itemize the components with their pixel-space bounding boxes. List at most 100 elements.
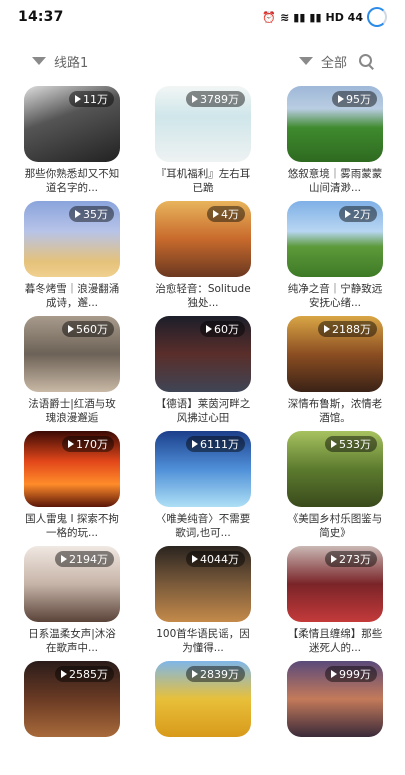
play-count-badge: 170万 bbox=[62, 436, 114, 452]
playlist-title: 深情布鲁斯，浓情老酒馆。 bbox=[287, 398, 383, 424]
play-icon bbox=[192, 95, 198, 103]
status-text: HD 44 bbox=[325, 10, 363, 24]
play-icon bbox=[192, 670, 198, 678]
playlist-cover-image[interactable]: 11万 bbox=[24, 86, 120, 162]
playlist-title bbox=[24, 742, 120, 770]
play-icon bbox=[331, 440, 337, 448]
playlist-cover-image[interactable]: 533万 bbox=[287, 431, 383, 507]
play-icon bbox=[345, 210, 351, 218]
play-count-badge: 4万 bbox=[207, 206, 245, 222]
play-icon bbox=[68, 325, 74, 333]
play-count-badge: 999万 bbox=[325, 666, 377, 682]
playlist-card[interactable]: 273万 【柔情且缠绵】那些迷死人的... bbox=[287, 546, 383, 660]
play-count-badge: 3789万 bbox=[186, 91, 245, 107]
playlist-cover-image[interactable]: 60万 bbox=[155, 316, 251, 392]
playlist-title: 【德语】莱茵河畔之风拂过心田 bbox=[155, 398, 251, 424]
playlist-cover-image[interactable]: 999万 bbox=[287, 661, 383, 737]
playlist-cover-image[interactable]: 2万 bbox=[287, 201, 383, 277]
playlist-card[interactable]: 4万治愈轻音：Solitude独处... bbox=[155, 201, 251, 315]
play-count-badge: 60万 bbox=[200, 321, 245, 337]
play-count: 2188万 bbox=[332, 323, 371, 336]
playlist-cover-image[interactable]: 560万 bbox=[24, 316, 120, 392]
play-count: 95万 bbox=[346, 93, 371, 106]
battery-icon bbox=[367, 7, 387, 27]
play-icon bbox=[206, 325, 212, 333]
status-icons: ⏰ ≋ ▮▮ ▮▮ HD 44 bbox=[262, 7, 387, 27]
signal-icon: ▮▮ bbox=[293, 10, 306, 24]
playlist-card[interactable]: 60万【德语】莱茵河畔之风拂过心田 bbox=[155, 316, 251, 430]
playlist-card[interactable]: 11万 那些你熟悉却又不知道名字的... bbox=[24, 86, 120, 200]
play-icon bbox=[75, 95, 81, 103]
playlist-title bbox=[155, 742, 251, 770]
line-filter[interactable]: 线路1 bbox=[32, 52, 88, 71]
playlist-cover-image[interactable]: 95万 bbox=[287, 86, 383, 162]
play-count: 11万 bbox=[83, 93, 108, 106]
play-count: 2585万 bbox=[69, 668, 108, 681]
playlist-title: 悠叙意境｜雾雨蒙蒙 山间清渺... bbox=[287, 168, 383, 194]
right-filter-group: 全部 bbox=[298, 52, 374, 71]
playlist-cover-image[interactable]: 2188万 bbox=[287, 316, 383, 392]
playlist-cover-image[interactable]: 4万 bbox=[155, 201, 251, 277]
playlist-card[interactable]: 2839万 bbox=[155, 661, 251, 775]
playlist-title: 纯净之音｜宁静致远 安抚心绪... bbox=[287, 283, 383, 309]
play-count: 2万 bbox=[353, 208, 371, 221]
playlist-title: 国人雷鬼 I 探索不拘一格的玩... bbox=[25, 513, 119, 539]
play-count-badge: 2188万 bbox=[318, 321, 377, 337]
filter-bar: 线路1 全部 bbox=[0, 46, 405, 76]
playlist-card[interactable]: 560万 法语爵士|红酒与玫瑰浪漫邂逅 bbox=[24, 316, 120, 430]
play-count-badge: 560万 bbox=[62, 321, 114, 337]
playlist-title: 治愈轻音：Solitude独处... bbox=[155, 283, 251, 309]
playlist-card[interactable]: 533万 《美国乡村乐图鉴与简史》 bbox=[287, 431, 383, 545]
play-count: 2839万 bbox=[200, 668, 239, 681]
playlist-cover-image[interactable]: 6111万 bbox=[155, 431, 251, 507]
play-count: 60万 bbox=[214, 323, 239, 336]
playlist-cover-image[interactable]: 3789万 bbox=[155, 86, 251, 162]
play-count-badge: 273万 bbox=[325, 551, 377, 567]
playlist-card[interactable]: 95万悠叙意境｜雾雨蒙蒙 山间清渺... bbox=[287, 86, 383, 200]
category-filter-label: 全部 bbox=[320, 55, 347, 71]
playlist-cover-image[interactable]: 4044万 bbox=[155, 546, 251, 622]
playlist-card[interactable]: 2万纯净之音｜宁静致远 安抚心绪... bbox=[287, 201, 383, 315]
playlist-card[interactable]: 999万 bbox=[287, 661, 383, 775]
playlist-cover-image[interactable]: 2194万 bbox=[24, 546, 120, 622]
playlist-card[interactable]: 4044万 100首华语民谣，因为懂得... bbox=[155, 546, 251, 660]
playlist-cover-image[interactable]: 170万 bbox=[24, 431, 120, 507]
playlist-card[interactable]: 2188万深情布鲁斯，浓情老酒馆。 bbox=[287, 316, 383, 430]
playlist-cover-image[interactable]: 273万 bbox=[287, 546, 383, 622]
playlist-cover-image[interactable]: 2839万 bbox=[155, 661, 251, 737]
playlist-cover-image[interactable]: 35万 bbox=[24, 201, 120, 277]
playlist-card[interactable]: 35万暮冬烤雪｜浪漫翻涌成诗，邂... bbox=[24, 201, 120, 315]
play-icon bbox=[61, 555, 67, 563]
playlist-title: 『耳机福利』左右耳已跪 bbox=[155, 168, 251, 194]
playlist-card[interactable]: 6111万〈唯美纯音〉不需要歌词,也可... bbox=[155, 431, 251, 545]
status-bar: 14:37 ⏰ ≋ ▮▮ ▮▮ HD 44 bbox=[0, 0, 405, 34]
play-icon bbox=[192, 555, 198, 563]
status-time: 14:37 bbox=[18, 9, 64, 25]
playlist-card[interactable]: 2585万 bbox=[24, 661, 120, 775]
playlist-title: 100首华语民谣，因为懂得... bbox=[156, 628, 250, 654]
play-icon bbox=[68, 440, 74, 448]
play-count-badge: 35万 bbox=[69, 206, 114, 222]
play-count: 273万 bbox=[339, 553, 371, 566]
playlist-card[interactable]: 170万国人雷鬼 I 探索不拘一格的玩... bbox=[24, 431, 120, 545]
playlist-card[interactable]: 2194万日系温柔女声|沐浴在歌声中... bbox=[24, 546, 120, 660]
playlist-title: 暮冬烤雪｜浪漫翻涌成诗，邂... bbox=[24, 283, 120, 309]
playlist-title: 〈唯美纯音〉不需要歌词,也可... bbox=[155, 513, 251, 539]
play-count-badge: 2839万 bbox=[186, 666, 245, 682]
playlist-title: 日系温柔女声|沐浴在歌声中... bbox=[28, 628, 116, 654]
search-icon[interactable] bbox=[359, 54, 374, 70]
play-count-badge: 2万 bbox=[339, 206, 377, 222]
playlist-card[interactable]: 3789万『耳机福利』左右耳已跪 bbox=[155, 86, 251, 200]
signal-icon-2: ▮▮ bbox=[309, 10, 322, 24]
play-icon bbox=[192, 440, 198, 448]
play-icon bbox=[61, 670, 67, 678]
dropdown-triangle-icon bbox=[32, 57, 46, 65]
play-count: 560万 bbox=[76, 323, 108, 336]
dropdown-triangle-icon bbox=[298, 57, 313, 65]
playlist-cover-image[interactable]: 2585万 bbox=[24, 661, 120, 737]
play-count: 999万 bbox=[339, 668, 371, 681]
play-count: 35万 bbox=[83, 208, 108, 221]
play-count-badge: 11万 bbox=[69, 91, 114, 107]
alarm-icon: ⏰ bbox=[262, 10, 277, 24]
category-filter[interactable]: 全部 bbox=[298, 52, 347, 71]
